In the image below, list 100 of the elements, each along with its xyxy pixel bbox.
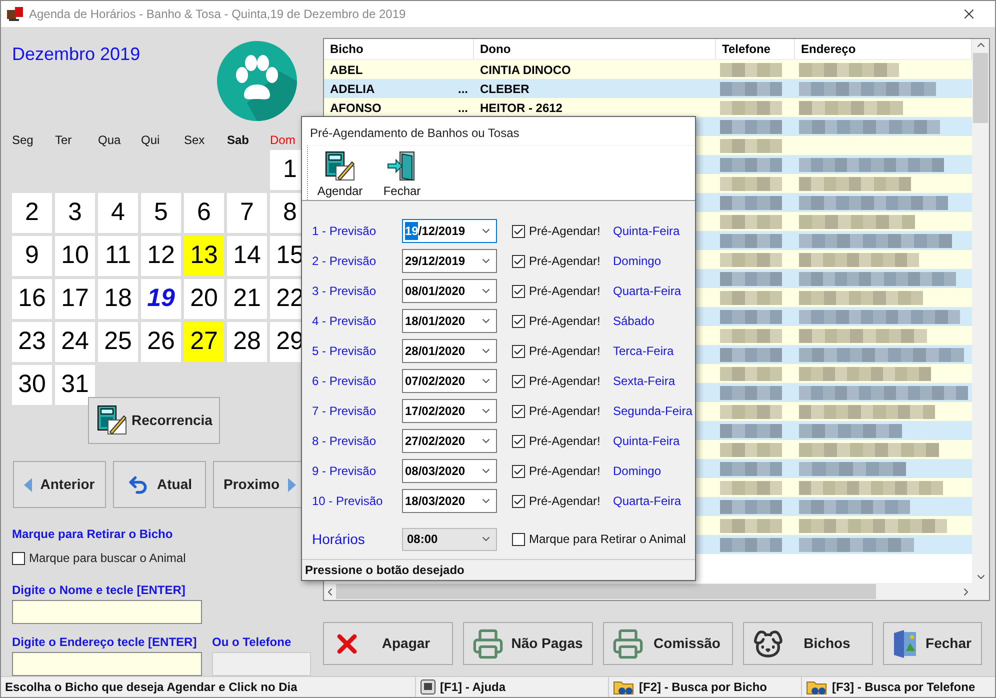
column-header[interactable]: Dono bbox=[480, 40, 511, 58]
blurred-text bbox=[720, 272, 782, 286]
column-header[interactable]: Telefone bbox=[722, 40, 770, 58]
calendar-day[interactable]: 11 bbox=[98, 236, 138, 276]
action-button[interactable]: Apagar bbox=[323, 622, 453, 665]
date-picker[interactable]: 08/03/2020 bbox=[402, 459, 497, 483]
app-icon bbox=[7, 7, 23, 21]
checkbox[interactable] bbox=[12, 552, 25, 564]
blurred-text bbox=[720, 462, 782, 476]
calendar-day[interactable]: 31 bbox=[55, 364, 95, 405]
checkbox[interactable] bbox=[512, 532, 525, 546]
blurred-text bbox=[720, 480, 782, 494]
calendar-day[interactable]: 26 bbox=[141, 322, 181, 362]
horizontal-scrollbar[interactable] bbox=[324, 583, 989, 600]
checkbox[interactable] bbox=[512, 224, 525, 238]
checkbox[interactable] bbox=[512, 404, 525, 418]
weekday-label: Dom bbox=[270, 132, 296, 149]
checkbox[interactable] bbox=[512, 374, 525, 388]
checkbox[interactable] bbox=[512, 464, 525, 478]
name-field[interactable] bbox=[12, 600, 202, 624]
calendar-day[interactable]: 14 bbox=[227, 236, 267, 276]
blurred-text bbox=[720, 234, 782, 248]
checkbox-label: Pré-Agendar! bbox=[529, 433, 600, 450]
calendar-day[interactable]: 16 bbox=[12, 278, 52, 319]
date-picker[interactable]: 18/03/2020 bbox=[402, 489, 497, 513]
action-button[interactable]: Não Pagas bbox=[463, 622, 593, 665]
weekday-text: Sexta-Feira bbox=[613, 373, 676, 390]
calendar-day[interactable]: 24 bbox=[55, 322, 95, 362]
date-picker[interactable]: 07/02/2020 bbox=[402, 369, 497, 393]
shortcut-label[interactable]: [F3] - Busca por Telefone bbox=[832, 678, 976, 696]
calendar-day[interactable]: 5 bbox=[141, 192, 181, 233]
toolbar-button[interactable]: Agendar bbox=[314, 146, 366, 200]
calendar-day[interactable]: 20 bbox=[184, 278, 224, 319]
calendar-day[interactable]: 30 bbox=[12, 364, 52, 405]
calculator-icon bbox=[96, 404, 128, 436]
checkbox[interactable] bbox=[512, 344, 525, 358]
calendar-day[interactable]: 28 bbox=[227, 322, 267, 362]
date-picker[interactable]: 18/01/2020 bbox=[402, 309, 497, 333]
calendar-day[interactable]: 25 bbox=[98, 322, 138, 362]
date-picker[interactable]: 29/12/2019 bbox=[402, 249, 497, 273]
date-picker[interactable]: 19/12/2019 bbox=[402, 219, 497, 243]
calendar-day[interactable]: 4 bbox=[98, 192, 138, 233]
checkbox-label: Pré-Agendar! bbox=[529, 493, 600, 510]
ellipsis-text: ... bbox=[458, 80, 468, 98]
weekday-label: Qui bbox=[141, 132, 160, 149]
date-picker[interactable]: 28/01/2020 bbox=[402, 339, 497, 363]
checkbox[interactable] bbox=[512, 254, 525, 268]
column-header[interactable]: Bicho bbox=[330, 40, 364, 58]
blurred-text bbox=[720, 518, 782, 532]
phone-label: Ou o Telefone bbox=[212, 634, 292, 651]
blurred-text bbox=[720, 424, 782, 438]
blurred-text bbox=[720, 310, 782, 324]
blurred-text bbox=[720, 386, 782, 400]
time-select[interactable]: 08:00 bbox=[402, 528, 497, 550]
calendar-day[interactable]: 19 bbox=[141, 278, 181, 319]
calendar-day[interactable]: 18 bbox=[98, 278, 138, 319]
dog-icon bbox=[752, 628, 784, 660]
blurred-text bbox=[720, 500, 782, 514]
calendar-day[interactable]: 3 bbox=[55, 192, 95, 233]
weekday-text: Domingo bbox=[613, 253, 662, 270]
checkbox[interactable] bbox=[512, 494, 525, 508]
calendar-day[interactable]: 6 bbox=[184, 192, 224, 233]
nav-button[interactable]: Atual bbox=[113, 461, 206, 508]
address-field[interactable] bbox=[12, 652, 202, 676]
shortcut-label[interactable]: [F1] - Ajuda bbox=[440, 678, 506, 696]
month-title: Dezembro 2019 bbox=[12, 43, 142, 63]
scroll-thumb[interactable] bbox=[336, 584, 876, 599]
vertical-scrollbar[interactable] bbox=[972, 39, 989, 583]
calendar-day[interactable]: 12 bbox=[141, 236, 181, 276]
column-header[interactable]: Endereço bbox=[801, 40, 856, 58]
calendar-day[interactable]: 9 bbox=[12, 236, 52, 276]
shortcut-label[interactable]: [F2] - Busca por Bicho bbox=[639, 678, 768, 696]
nav-button[interactable]: Anterior bbox=[13, 461, 106, 508]
blurred-text bbox=[720, 100, 782, 114]
blurred-text bbox=[720, 158, 782, 172]
calendar-day[interactable]: 21 bbox=[227, 278, 267, 319]
action-button[interactable]: Fechar bbox=[883, 622, 982, 665]
calendar-day[interactable]: 17 bbox=[55, 278, 95, 319]
calendar-day[interactable]: 7 bbox=[227, 192, 267, 233]
recorrencia-button[interactable]: Recorrencia bbox=[88, 396, 220, 444]
checkbox[interactable] bbox=[512, 434, 525, 448]
checkbox[interactable] bbox=[512, 284, 525, 298]
checkbox[interactable] bbox=[512, 314, 525, 328]
previsao-label: 8 - Previsão bbox=[312, 433, 378, 450]
date-picker[interactable]: 08/01/2020 bbox=[402, 279, 497, 303]
calendar-day[interactable]: 27 bbox=[184, 322, 224, 362]
blurred-text bbox=[720, 404, 782, 418]
scroll-thumb[interactable] bbox=[973, 53, 988, 123]
calendar-day[interactable]: 13 bbox=[184, 236, 224, 276]
table-cell-text: ADELIA bbox=[330, 80, 375, 98]
date-picker[interactable]: 27/02/2020 bbox=[402, 429, 497, 453]
calendar-day[interactable]: 23 bbox=[12, 322, 52, 362]
action-button[interactable]: Bichos bbox=[743, 622, 873, 665]
address-label: Digite o Endereço tecle [ENTER] bbox=[12, 634, 198, 651]
calendar-day[interactable]: 10 bbox=[55, 236, 95, 276]
date-picker[interactable]: 17/02/2020 bbox=[402, 399, 497, 423]
calendar-day[interactable]: 2 bbox=[12, 192, 52, 233]
action-button[interactable]: Comissão bbox=[603, 622, 733, 665]
toolbar-button[interactable]: Fechar bbox=[376, 146, 428, 200]
phone-field[interactable] bbox=[212, 652, 311, 676]
